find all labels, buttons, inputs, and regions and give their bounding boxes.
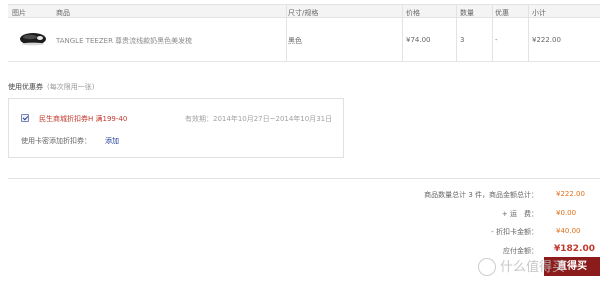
table-row: TANGLE TEEZER 尊贵流线款奶黑色美发梳 黑色 ¥74.00 3 - … — [8, 18, 600, 62]
coupon-name: 民生商城折扣券H 满199-40 — [39, 115, 128, 123]
header-quantity: 数量 — [460, 9, 474, 17]
summary-discount-label: - 折扣卡金额： — [491, 228, 538, 236]
product-name-link[interactable]: TANGLE TEEZER 尊贵流线款奶黑色美发梳 — [56, 36, 192, 46]
header-spec: 尺寸/规格 — [288, 9, 319, 17]
summary-count-total-label: 商品数量总计 3 件，商品金额总计： — [424, 191, 538, 199]
header-discount: 优惠 — [495, 9, 509, 17]
add-coupon-link[interactable]: 添加 — [105, 136, 119, 146]
coupon-title-text: 使用优惠券 — [8, 83, 43, 91]
summary-count-total-value: ¥222.00 — [556, 190, 585, 198]
product-discount: - — [495, 36, 498, 44]
summary-discount-value: ¥40.00 — [556, 227, 581, 235]
table-header: 图片 商品 尺寸/规格 价格 数量 优惠 小计 — [8, 4, 600, 18]
card-code-label: 使用卡密添加折扣券： — [21, 137, 91, 145]
header-subtotal: 小计 — [532, 9, 546, 17]
header-image: 图片 — [12, 9, 26, 17]
coupon-section-title: 使用优惠券 (每次限用一张) — [8, 82, 94, 92]
coupon-validity: 有效期：2014年10月27日~2014年10月31日 — [185, 115, 333, 123]
summary-payable-value: ¥182.00 — [554, 244, 595, 254]
section-divider — [8, 178, 600, 179]
summary-shipping-label: + 运 费： — [501, 210, 538, 218]
summary-shipping-value: ¥0.00 — [556, 209, 577, 217]
coupon-panel: 民生商城折扣券H 满199-40 有效期：2014年10月27日~2014年10… — [8, 98, 344, 158]
submit-order-button[interactable]: 直得买 — [544, 257, 600, 276]
summary-payable-label: 应付金额： — [503, 247, 538, 255]
product-quantity: 3 — [460, 36, 465, 44]
product-spec: 黑色 — [288, 37, 302, 45]
product-subtotal: ¥222.00 — [532, 36, 561, 44]
coupon-limit-note: (每次限用一张) — [47, 83, 95, 91]
cart-table: 图片 商品 尺寸/规格 价格 数量 优惠 小计 TANGLE TEEZER 尊贵… — [8, 4, 600, 62]
watermark-logo-icon — [478, 258, 496, 276]
product-price: ¥74.00 — [406, 36, 431, 44]
header-price: 价格 — [406, 9, 420, 17]
header-product: 商品 — [56, 9, 70, 17]
coupon-checkbox[interactable] — [21, 114, 29, 122]
product-thumbnail[interactable] — [18, 28, 48, 48]
